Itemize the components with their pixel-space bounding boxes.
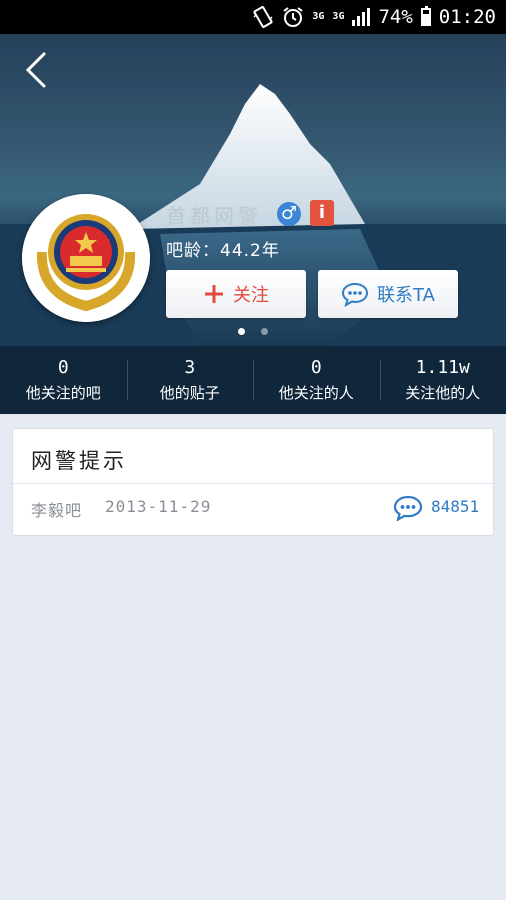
stats-bar: 0 他关注的吧 3 他的贴子 0 他关注的人 1.11w 关注他的人 bbox=[0, 346, 506, 414]
avatar[interactable] bbox=[22, 194, 150, 322]
post-card[interactable]: 网警提示 李毅吧 2013-11-29 84851 bbox=[12, 428, 494, 536]
post-comment-count: 84851 bbox=[431, 497, 480, 516]
network-3g-indicator-2: 3G bbox=[332, 11, 345, 22]
battery-icon bbox=[420, 6, 431, 26]
back-arrow-icon[interactable] bbox=[22, 50, 50, 90]
comment-icon bbox=[393, 495, 423, 521]
chat-bubble-icon bbox=[342, 282, 369, 307]
follow-button[interactable]: 关注 bbox=[166, 270, 306, 318]
follow-button-label: 关注 bbox=[233, 285, 269, 306]
post-title: 网警提示 bbox=[31, 449, 127, 473]
stat-value: 1.11w bbox=[415, 357, 470, 378]
stat-label: 他关注的人 bbox=[278, 384, 354, 402]
carousel-dot bbox=[261, 328, 268, 335]
stat-value: 0 bbox=[57, 357, 69, 378]
status-bar: 3G 3G 74% 01:20 bbox=[0, 0, 506, 34]
contact-button-label: 联系TA bbox=[377, 285, 435, 306]
stat-posts[interactable]: 3 他的贴子 bbox=[126, 346, 254, 414]
post-date: 2013-11-29 bbox=[105, 497, 212, 516]
stat-label: 关注他的人 bbox=[405, 384, 481, 402]
plus-icon bbox=[205, 285, 223, 303]
stat-followed-forums[interactable]: 0 他关注的吧 bbox=[0, 346, 127, 414]
vibrate-icon bbox=[252, 6, 274, 28]
clock: 01:20 bbox=[438, 6, 496, 28]
carousel-dot-active bbox=[238, 328, 245, 335]
stat-following[interactable]: 0 他关注的人 bbox=[253, 346, 380, 414]
police-emblem-logo bbox=[22, 194, 150, 322]
username: 首都网警 bbox=[166, 204, 262, 228]
male-gender-icon: ♂ bbox=[277, 202, 301, 226]
stat-value: 3 bbox=[184, 357, 196, 378]
post-forum-name[interactable]: 李毅吧 bbox=[31, 497, 82, 521]
profile-header: 首都网警 ♂ i 吧龄：44.2年 关注 联系TA bbox=[0, 34, 506, 346]
stat-label: 他关注的吧 bbox=[25, 384, 101, 402]
battery-percentage: 74% bbox=[378, 6, 413, 28]
divider bbox=[13, 483, 493, 484]
network-3g-indicator-1: 3G bbox=[312, 11, 325, 22]
alarm-icon bbox=[282, 6, 304, 28]
stat-followers[interactable]: 1.11w 关注他的人 bbox=[379, 346, 506, 414]
signal-strength-icon bbox=[352, 8, 371, 26]
forum-age: 吧龄：44.2年 bbox=[166, 241, 280, 261]
carousel-indicator bbox=[238, 328, 268, 335]
contact-button[interactable]: 联系TA bbox=[318, 270, 458, 318]
info-badge-icon[interactable]: i bbox=[310, 200, 334, 226]
stat-value: 0 bbox=[310, 357, 322, 378]
stat-label: 他的贴子 bbox=[159, 384, 220, 402]
